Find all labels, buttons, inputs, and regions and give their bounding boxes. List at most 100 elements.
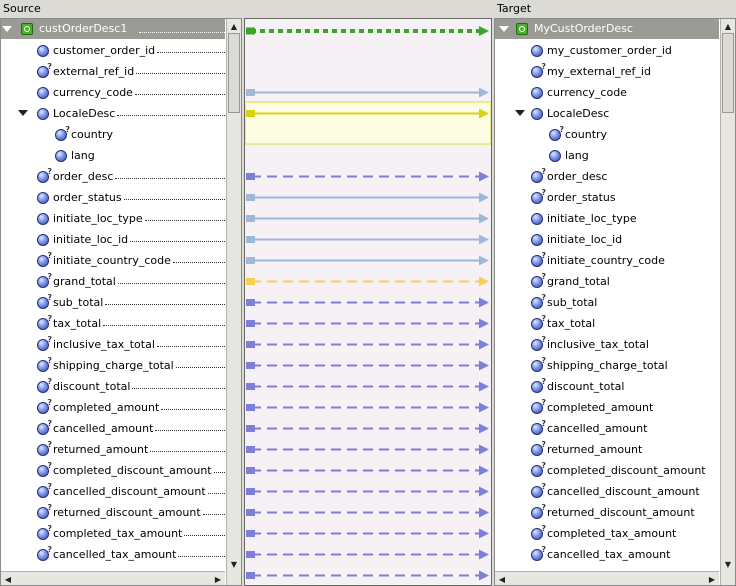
- scroll-thumb[interactable]: [722, 33, 734, 113]
- target-tree-row[interactable]: lang: [495, 145, 719, 166]
- target-tree-panel[interactable]: MyCustOrderDesc my_customer_order_id my_e…: [494, 18, 736, 586]
- field-mapping-line[interactable]: [246, 339, 489, 350]
- target-tree-row[interactable]: LocaleDesc: [495, 103, 719, 124]
- source-tree-row[interactable]: cancelled_discount_amount: [1, 481, 225, 502]
- target-tree-row[interactable]: completed_tax_amount: [495, 523, 719, 544]
- field-mapping-line[interactable]: [246, 213, 489, 224]
- target-tree-row[interactable]: sub_total: [495, 292, 719, 313]
- source-tree-row[interactable]: cancelled_tax_amount: [1, 544, 225, 565]
- field-mapping-line[interactable]: [246, 465, 489, 476]
- source-tree-row[interactable]: discount_total: [1, 376, 225, 397]
- target-tree-row[interactable]: returned_discount_amount: [495, 502, 719, 523]
- target-tree-row[interactable]: currency_code: [495, 82, 719, 103]
- field-mapping-line[interactable]: [246, 381, 489, 392]
- optional-element-icon: [37, 545, 52, 561]
- scroll-up-arrow[interactable]: ▲: [721, 19, 735, 33]
- scroll-down-arrow[interactable]: ▼: [721, 557, 735, 571]
- target-tree-row[interactable]: initiate_country_code: [495, 250, 719, 271]
- target-tree-row[interactable]: order_status: [495, 187, 719, 208]
- field-mapping-line[interactable]: [246, 171, 489, 182]
- source-root-row[interactable]: custOrderDesc1: [1, 19, 225, 39]
- source-tree-row[interactable]: sub_total: [1, 292, 225, 313]
- mapping-canvas[interactable]: [244, 18, 492, 586]
- root-mapping-line[interactable]: [246, 26, 489, 36]
- target-tree-row[interactable]: my_external_ref_id: [495, 61, 719, 82]
- target-tree-row[interactable]: inclusive_tax_total: [495, 334, 719, 355]
- target-tree-row[interactable]: grand_total: [495, 271, 719, 292]
- source-tree-row[interactable]: initiate_country_code: [1, 250, 225, 271]
- target-tree-row[interactable]: shipping_charge_total: [495, 355, 719, 376]
- target-tree-row[interactable]: country: [495, 124, 719, 145]
- field-mapping-line[interactable]: [246, 192, 489, 203]
- scroll-thumb[interactable]: [228, 33, 240, 113]
- target-field-label: returned_discount_amount: [547, 506, 695, 519]
- field-mapping-line[interactable]: [246, 507, 489, 518]
- source-tree-row[interactable]: lang: [1, 145, 225, 166]
- scroll-up-arrow[interactable]: ▲: [227, 19, 241, 33]
- source-horizontal-scrollbar[interactable]: ◀ ▶: [1, 571, 225, 585]
- target-tree-row[interactable]: tax_total: [495, 313, 719, 334]
- optional-element-icon: [531, 167, 546, 183]
- source-tree-row[interactable]: cancelled_amount: [1, 418, 225, 439]
- target-tree-row[interactable]: my_customer_order_id: [495, 40, 719, 61]
- source-tree-row[interactable]: LocaleDesc: [1, 103, 225, 124]
- source-tree-row[interactable]: currency_code: [1, 82, 225, 103]
- field-mapping-line[interactable]: [246, 297, 489, 308]
- source-tree-panel[interactable]: custOrderDesc1 customer_order_id external…: [0, 18, 242, 586]
- source-tree-row[interactable]: initiate_loc_type: [1, 208, 225, 229]
- source-tree-row[interactable]: completed_tax_amount: [1, 523, 225, 544]
- target-vertical-scrollbar[interactable]: ▲ ▼: [720, 19, 735, 585]
- source-tree-row[interactable]: initiate_loc_id: [1, 229, 225, 250]
- collapse-icon[interactable]: [2, 26, 12, 32]
- element-icon: [531, 107, 543, 120]
- target-tree-row[interactable]: returned_amount: [495, 439, 719, 460]
- field-mapping-line[interactable]: [246, 444, 489, 455]
- target-horizontal-scrollbar[interactable]: ◀ ▶: [495, 571, 719, 585]
- target-tree-row[interactable]: completed_discount_amount: [495, 460, 719, 481]
- source-tree-row[interactable]: inclusive_tax_total: [1, 334, 225, 355]
- target-tree-row[interactable]: completed_amount: [495, 397, 719, 418]
- source-tree-row[interactable]: grand_total: [1, 271, 225, 292]
- source-tree-row[interactable]: external_ref_id: [1, 61, 225, 82]
- source-tree-row[interactable]: returned_discount_amount: [1, 502, 225, 523]
- scroll-down-arrow[interactable]: ▼: [227, 557, 241, 571]
- optional-element-icon: [531, 251, 546, 267]
- mapping-lines-svg[interactable]: [245, 19, 491, 585]
- field-mapping-line[interactable]: [246, 528, 489, 539]
- element-icon: [55, 149, 67, 162]
- connector-dots: [123, 199, 225, 200]
- field-mapping-line[interactable]: [246, 423, 489, 434]
- target-tree-row[interactable]: initiate_loc_type: [495, 208, 719, 229]
- target-tree-row[interactable]: cancelled_discount_amount: [495, 481, 719, 502]
- source-tree-row[interactable]: returned_amount: [1, 439, 225, 460]
- target-tree-row[interactable]: cancelled_amount: [495, 418, 719, 439]
- optional-element-icon: [531, 335, 546, 351]
- field-mapping-line[interactable]: [246, 549, 489, 560]
- target-tree-row[interactable]: cancelled_tax_amount: [495, 544, 719, 565]
- field-mapping-line[interactable]: [246, 234, 489, 245]
- field-mapping-line[interactable]: [246, 360, 489, 371]
- target-tree-row[interactable]: initiate_loc_id: [495, 229, 719, 250]
- source-vertical-scrollbar[interactable]: ▲ ▼: [226, 19, 241, 585]
- field-mapping-line[interactable]: [246, 402, 489, 413]
- target-root-row[interactable]: MyCustOrderDesc: [495, 19, 719, 39]
- source-tree-row[interactable]: country: [1, 124, 225, 145]
- expand-toggle-icon[interactable]: [18, 110, 28, 116]
- field-mapping-line[interactable]: [246, 570, 489, 581]
- source-tree-row[interactable]: completed_amount: [1, 397, 225, 418]
- source-tree-row[interactable]: completed_discount_amount: [1, 460, 225, 481]
- target-tree-row[interactable]: order_desc: [495, 166, 719, 187]
- source-tree-row[interactable]: order_status: [1, 187, 225, 208]
- source-tree-row[interactable]: tax_total: [1, 313, 225, 334]
- source-tree-row[interactable]: shipping_charge_total: [1, 355, 225, 376]
- field-mapping-line[interactable]: [246, 276, 489, 287]
- field-mapping-line[interactable]: [246, 255, 489, 266]
- collapse-icon[interactable]: [499, 26, 509, 32]
- expand-toggle-icon[interactable]: [515, 110, 525, 116]
- field-mapping-line[interactable]: [246, 318, 489, 329]
- field-mapping-line[interactable]: [246, 87, 489, 98]
- target-tree-row[interactable]: discount_total: [495, 376, 719, 397]
- field-mapping-line[interactable]: [246, 486, 489, 497]
- source-tree-row[interactable]: customer_order_id: [1, 40, 225, 61]
- source-tree-row[interactable]: order_desc: [1, 166, 225, 187]
